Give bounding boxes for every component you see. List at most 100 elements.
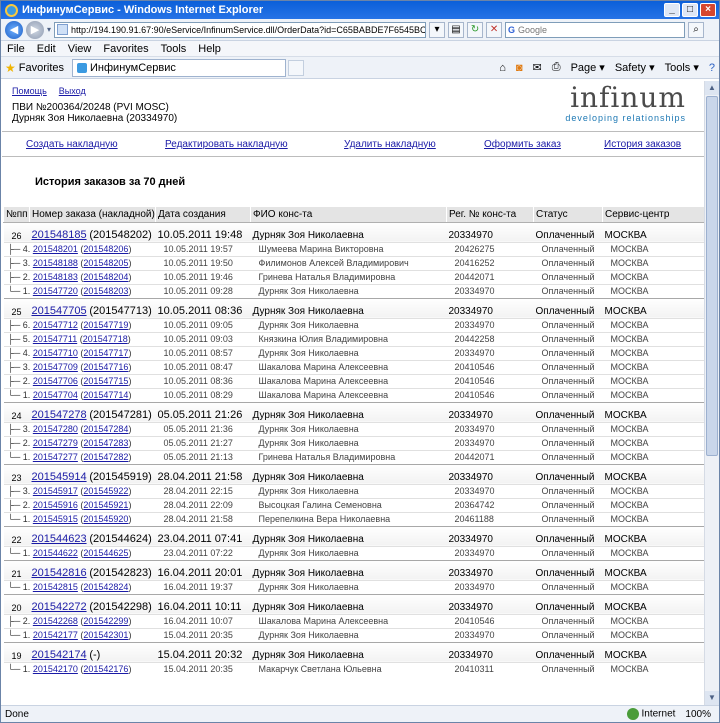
sub-order-link[interactable]: 201547711 [33, 334, 77, 344]
sub-ref-link[interactable]: 201547717 [83, 348, 128, 358]
zoom-level[interactable]: 100% [685, 709, 711, 720]
vertical-scrollbar[interactable]: ▲ ▼ [704, 81, 719, 705]
sub-ref-link[interactable]: 201542176 [83, 664, 128, 674]
sub-ref-link[interactable]: 201548206 [83, 244, 128, 254]
menu-favorites[interactable]: Favorites [103, 43, 148, 55]
refresh-icon[interactable]: ↻ [467, 21, 484, 38]
row-number: 25 [3, 297, 30, 318]
order-link[interactable]: 201542816 [32, 567, 87, 579]
sub-order-link[interactable]: 201542177 [33, 630, 78, 640]
sub-order-link[interactable]: 201542815 [33, 582, 78, 592]
scroll-thumb[interactable] [706, 96, 718, 456]
edit-invoice-link[interactable]: Редактировать накладную [165, 139, 288, 150]
forward-button[interactable]: ▶ [26, 20, 44, 39]
tree-connector-icon: └─ [7, 664, 21, 675]
sub-ref-link[interactable]: 201547718 [83, 334, 128, 344]
order-history-link[interactable]: История заказов [604, 139, 681, 150]
sub-ref-link[interactable]: 201547715 [83, 376, 128, 386]
sub-ref-link[interactable]: 201545920 [83, 514, 128, 524]
close-button[interactable]: × [700, 3, 716, 17]
search-icon[interactable]: ⌕ [688, 21, 705, 38]
place-order-link[interactable]: Оформить заказ [484, 139, 561, 150]
sub-order-link[interactable]: 201545915 [33, 514, 78, 524]
tab-infinum[interactable]: ИнфинумСервис [72, 58, 287, 77]
sub-ref-link[interactable]: 201542299 [83, 616, 128, 626]
sub-ref-link[interactable]: 201548204 [83, 272, 128, 282]
sub-order-link[interactable]: 201547709 [33, 362, 78, 372]
sub-order-link[interactable]: 201548201 [33, 244, 78, 254]
feeds-icon[interactable]: ◙ [516, 62, 523, 74]
history-dropdown-icon[interactable]: ▾ [47, 25, 51, 34]
sub-order-link[interactable]: 201545916 [33, 500, 78, 510]
sub-order-link[interactable]: 201545917 [33, 486, 78, 496]
stop-icon[interactable]: ✕ [486, 21, 503, 38]
new-tab-button[interactable] [288, 59, 305, 76]
sub-order-link[interactable]: 201547279 [33, 438, 78, 448]
sub-order-link[interactable]: 201547704 [33, 390, 78, 400]
sub-ref-link[interactable]: 201545921 [83, 500, 128, 510]
order-ref: (201542823) [89, 566, 152, 579]
menu-file[interactable]: File [7, 43, 25, 55]
search-input[interactable]: G Google [505, 21, 686, 38]
tools-menu[interactable]: Tools ▾ [665, 61, 699, 74]
sub-order-cell: └─ 1. 201542177 (201542301) [3, 627, 156, 642]
order-link[interactable]: 201548185 [32, 229, 87, 241]
sub-ref-link[interactable]: 201544625 [83, 548, 128, 558]
sub-order-row: ├─ 3. 201547709 (201547716) 10.05.2011 08… [3, 359, 704, 374]
sub-order-link[interactable]: 201547706 [33, 376, 78, 386]
sub-index: 4. [22, 244, 31, 254]
order-link[interactable]: 201545914 [32, 471, 87, 483]
print-icon[interactable]: ⎙ [552, 61, 561, 74]
sub-order-link[interactable]: 201542170 [33, 664, 78, 674]
sub-ref-link[interactable]: 201547714 [83, 390, 128, 400]
menu-tools[interactable]: Tools [161, 43, 187, 55]
order-link[interactable]: 201542174 [32, 649, 87, 661]
sub-ref-link[interactable]: 201548205 [83, 258, 128, 268]
star-icon: ★ [5, 60, 16, 75]
back-button[interactable]: ◀ [5, 20, 23, 39]
home-icon[interactable]: ⌂ [499, 62, 506, 74]
favorites-button[interactable]: ★ Favorites [5, 61, 72, 75]
address-url: http://194.190.91.67:90/eService/Infinum… [71, 24, 427, 35]
sub-order-link[interactable]: 201547712 [33, 320, 78, 330]
menu-edit[interactable]: Edit [37, 43, 56, 55]
page-menu[interactable]: Page ▾ [571, 61, 605, 74]
sub-order-link[interactable]: 201544622 [33, 548, 78, 558]
sub-ref-link[interactable]: 201547719 [83, 320, 128, 330]
sub-ref-link[interactable]: 201547282 [83, 452, 128, 462]
scroll-up-icon[interactable]: ▲ [705, 81, 719, 95]
safety-menu[interactable]: Safety ▾ [615, 61, 655, 74]
sub-ref-link[interactable]: 201542824 [83, 582, 128, 592]
help-link[interactable]: Помощь [12, 86, 47, 96]
address-input[interactable]: http://194.190.91.67:90/eService/Infinum… [54, 21, 427, 38]
create-invoice-link[interactable]: Создать накладную [26, 139, 118, 150]
scroll-down-icon[interactable]: ▼ [705, 691, 719, 705]
compat-view-icon[interactable]: ▤ [448, 21, 465, 38]
order-link[interactable]: 201544623 [32, 533, 87, 545]
sub-ref-link[interactable]: 201547283 [83, 438, 128, 448]
sub-order-link[interactable]: 201547710 [33, 348, 78, 358]
sub-ref-link[interactable]: 201548203 [83, 286, 128, 296]
order-link[interactable]: 201547278 [32, 409, 87, 421]
order-link[interactable]: 201547705 [32, 305, 87, 317]
help-icon[interactable]: ? [709, 62, 715, 74]
sub-order-link[interactable]: 201542268 [33, 616, 78, 626]
menu-view[interactable]: View [68, 43, 92, 55]
address-dropdown-icon[interactable]: ▾ [429, 21, 446, 38]
logout-link[interactable]: Выход [59, 86, 86, 96]
sub-order-link[interactable]: 201547280 [33, 424, 78, 434]
sub-order-link[interactable]: 201548183 [33, 272, 78, 282]
menu-help[interactable]: Help [198, 43, 221, 55]
sub-order-link[interactable]: 201548188 [33, 258, 78, 268]
sub-order-link[interactable]: 201547277 [33, 452, 78, 462]
sub-order-link[interactable]: 201547720 [33, 286, 78, 296]
delete-invoice-link[interactable]: Удалить накладную [344, 139, 436, 150]
order-link[interactable]: 201542272 [32, 601, 87, 613]
sub-ref-link[interactable]: 201547716 [83, 362, 128, 372]
sub-ref-link[interactable]: 201547284 [83, 424, 128, 434]
sub-ref-link[interactable]: 201542301 [83, 630, 128, 640]
maximize-button[interactable]: □ [682, 3, 698, 17]
mail-icon[interactable]: ✉ [533, 61, 542, 74]
sub-ref-link[interactable]: 201545922 [83, 486, 128, 496]
minimize-button[interactable]: _ [664, 3, 680, 17]
